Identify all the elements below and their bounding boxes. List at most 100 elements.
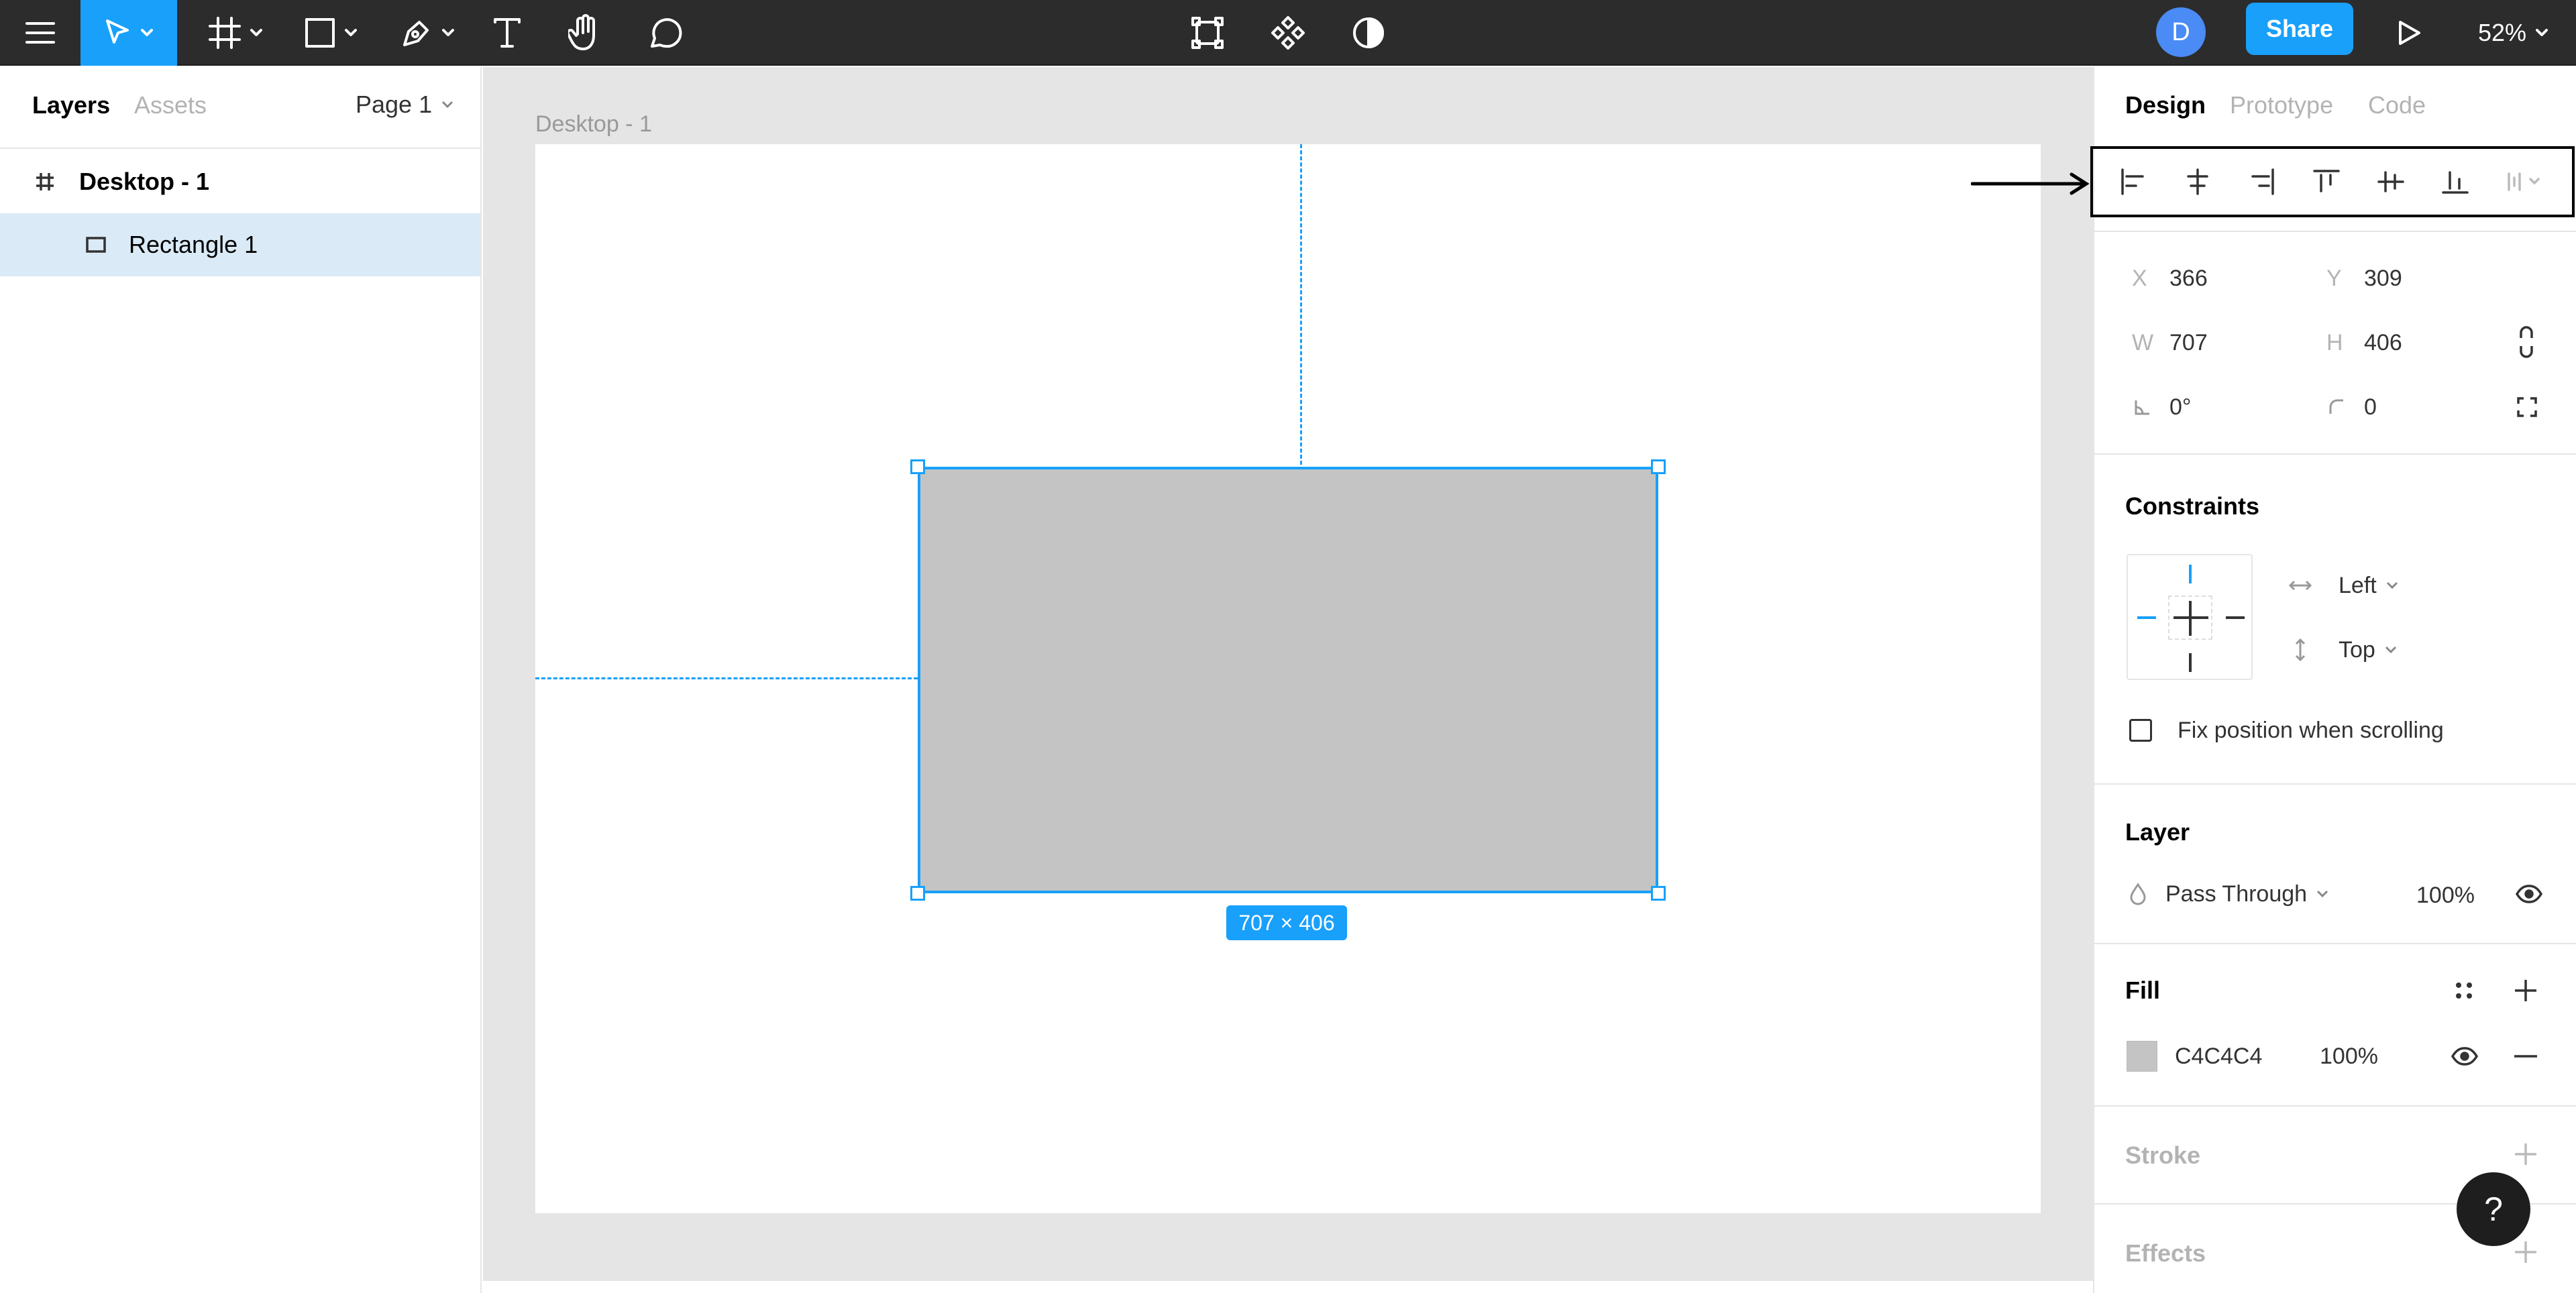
align-right-icon[interactable] [2249, 168, 2275, 195]
w-value: 707 [2169, 329, 2208, 355]
resize-handle-bottom-left[interactable] [910, 886, 925, 901]
align-top-icon[interactable] [2313, 168, 2340, 195]
question-mark-icon: ? [2484, 1190, 2503, 1228]
fill-hex-value[interactable]: C4C4C4 [2175, 1044, 2262, 1070]
alignment-toolbar [2090, 146, 2575, 217]
layer-row-rectangle[interactable]: Rectangle 1 [0, 213, 480, 276]
vertical-constraint-value: Top [2339, 636, 2375, 663]
align-horizontal-center-icon[interactable] [2184, 168, 2211, 195]
blend-mode-select[interactable]: Pass Through [2128, 877, 2328, 911]
chevron-down-icon[interactable] [442, 29, 454, 37]
corner-radius-field[interactable]: 0 [2326, 390, 2377, 424]
frame-hash-icon [36, 173, 54, 190]
chevron-down-icon[interactable] [250, 29, 262, 37]
tab-design[interactable]: Design [2125, 91, 2206, 119]
help-button[interactable]: ? [2457, 1172, 2530, 1246]
frame-label[interactable]: Desktop - 1 [535, 111, 652, 137]
width-field[interactable]: W 707 [2132, 326, 2208, 359]
h-label: H [2326, 329, 2343, 355]
play-icon [2399, 21, 2420, 45]
chevron-down-icon [2536, 29, 2548, 36]
constraint-top-indicator[interactable] [2189, 565, 2192, 583]
fill-color-swatch[interactable] [2127, 1041, 2157, 1072]
resize-handle-top-left[interactable] [910, 459, 925, 474]
remove-fill-minus-icon[interactable] [2513, 1054, 2538, 1058]
vertical-constraint-select[interactable]: Top [2289, 633, 2397, 667]
tab-assets[interactable]: Assets [134, 91, 207, 119]
component-icon [1271, 16, 1305, 50]
h-value: 406 [2364, 329, 2402, 355]
main-menu-button[interactable] [0, 0, 80, 66]
align-left-icon[interactable] [2120, 168, 2147, 195]
eye-icon[interactable] [2451, 1046, 2478, 1066]
align-vertical-center-icon[interactable] [2377, 168, 2404, 195]
rectangle-layer-icon [86, 237, 106, 253]
resize-handle-top-right[interactable] [1651, 459, 1666, 474]
constraint-bottom-indicator[interactable] [2189, 653, 2192, 672]
user-avatar[interactable]: D [2156, 7, 2206, 57]
zoom-level: 52% [2477, 19, 2527, 46]
edit-object-button[interactable] [1186, 0, 1229, 66]
align-bottom-icon[interactable] [2442, 168, 2469, 195]
share-button[interactable]: Share [2246, 3, 2353, 55]
fix-position-checkbox[interactable] [2129, 719, 2152, 742]
page-selector[interactable]: Page 1 [356, 90, 453, 119]
present-button[interactable] [2388, 0, 2431, 66]
layer-row-frame[interactable]: Desktop - 1 [0, 150, 480, 213]
eye-icon[interactable] [2516, 884, 2542, 904]
pen-tool-button[interactable] [390, 0, 464, 66]
distance-guide-vertical [1300, 144, 1302, 465]
horizontal-constraint-value: Left [2339, 572, 2377, 598]
w-label: W [2132, 329, 2154, 355]
horizontal-constraint-select[interactable]: Left [2289, 569, 2398, 602]
desktop-frame[interactable]: 707 × 406 [535, 144, 2041, 1213]
resize-handle-bottom-right[interactable] [1651, 886, 1666, 901]
constraint-right-indicator[interactable] [2226, 616, 2245, 619]
mask-button[interactable] [1347, 0, 1390, 66]
constraints-widget[interactable] [2127, 554, 2253, 680]
chevron-down-icon[interactable] [345, 29, 357, 37]
text-t-icon [494, 18, 521, 48]
x-field[interactable]: X 366 [2132, 262, 2208, 295]
chevron-down-icon [2317, 890, 2328, 898]
tab-prototype[interactable]: Prototype [2230, 91, 2333, 119]
hand-tool-button[interactable] [564, 0, 606, 66]
shape-tool-button[interactable] [294, 0, 368, 66]
annotation-arrow-icon [1971, 172, 2090, 195]
chevron-down-icon [442, 101, 453, 109]
y-field[interactable]: Y 309 [2326, 262, 2402, 295]
canvas[interactable]: Desktop - 1 707 × 406 [483, 67, 2093, 1281]
horizontal-arrows-icon [2289, 580, 2312, 591]
layer-name: Rectangle 1 [129, 231, 258, 258]
rectangle-1[interactable] [918, 467, 1658, 893]
style-grid-icon[interactable] [2453, 979, 2475, 1002]
fill-section-title: Fill [2125, 976, 2160, 1004]
distribute-icon[interactable] [2506, 168, 2546, 195]
move-tool-button[interactable] [80, 0, 177, 66]
create-component-button[interactable] [1267, 0, 1309, 66]
fill-opacity-value[interactable]: 100% [2320, 1044, 2378, 1070]
height-field[interactable]: H 406 [2326, 326, 2402, 359]
add-stroke-plus-icon[interactable] [2513, 1141, 2538, 1167]
tab-code[interactable]: Code [2368, 91, 2426, 119]
text-tool-button[interactable] [486, 0, 529, 66]
add-fill-plus-icon[interactable] [2513, 978, 2538, 1003]
independent-corners-icon[interactable] [2517, 397, 2537, 417]
rotation-field[interactable]: 0° [2132, 390, 2192, 424]
tab-layers[interactable]: Layers [32, 91, 110, 119]
zoom-menu[interactable]: 52% [2463, 0, 2563, 66]
fix-position-checkbox-row[interactable]: Fix position when scrolling [2129, 714, 2444, 747]
add-effect-plus-icon[interactable] [2513, 1239, 2538, 1265]
rectangle-icon [305, 18, 335, 48]
comment-tool-button[interactable] [644, 0, 687, 66]
x-label: X [2132, 265, 2147, 291]
layer-opacity[interactable]: 100% [2416, 883, 2475, 909]
constraint-left-indicator[interactable] [2137, 616, 2156, 619]
chevron-down-icon[interactable] [141, 29, 153, 37]
layer-section-title: Layer [2125, 818, 2190, 846]
transform-icon [1191, 17, 1224, 49]
vertical-arrows-icon [2295, 638, 2306, 661]
constrain-proportions-icon[interactable] [2517, 326, 2536, 358]
rotation-value: 0° [2169, 394, 2192, 420]
frame-tool-button[interactable] [199, 0, 272, 66]
